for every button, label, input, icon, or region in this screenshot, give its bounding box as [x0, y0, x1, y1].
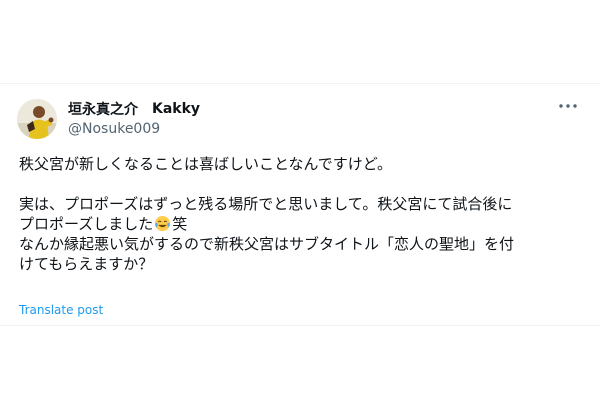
tweet-line-part: プロポーズしました [19, 215, 154, 233]
translate-post-link[interactable]: Translate post [19, 303, 103, 317]
face-with-tears-of-joy-emoji [155, 215, 171, 232]
author-name-row[interactable]: 垣永真之介 Kakky [68, 99, 200, 119]
more-options-button[interactable] [556, 98, 580, 114]
tweet-line: 秩父宮が新しくなることは喜ばしいことなんですけど。 [19, 155, 393, 173]
display-name[interactable]: 垣永真之介 [68, 99, 138, 119]
more-horizontal-icon [559, 104, 577, 108]
tweet-line: けてもらえますか？ [19, 255, 154, 273]
tweet-line: プロポーズしました笑 [19, 214, 589, 234]
tweet-line-part: 笑 [172, 215, 188, 233]
avatar-photo [17, 99, 57, 139]
author-handle[interactable]: @Nosuke009 [68, 121, 160, 137]
tweet-card[interactable]: 垣永真之介 Kakky @Nosuke009 秩父宮が新しくなることは喜ばしいこ… [0, 83, 600, 326]
display-name-alt[interactable]: Kakky [152, 101, 200, 117]
tweet-line: 実は、プロポーズはずっと残る場所でと思いまして。秩父宮にて試合後に [19, 195, 513, 213]
tweet-line: なんか縁起悪い気がするので新秩父宮はサブタイトル「恋人の聖地」を付 [19, 235, 515, 253]
tweet-text: 秩父宮が新しくなることは喜ばしいことなんですけど。 実は、プロポーズはずっと残る… [19, 154, 589, 274]
avatar[interactable] [17, 99, 57, 139]
